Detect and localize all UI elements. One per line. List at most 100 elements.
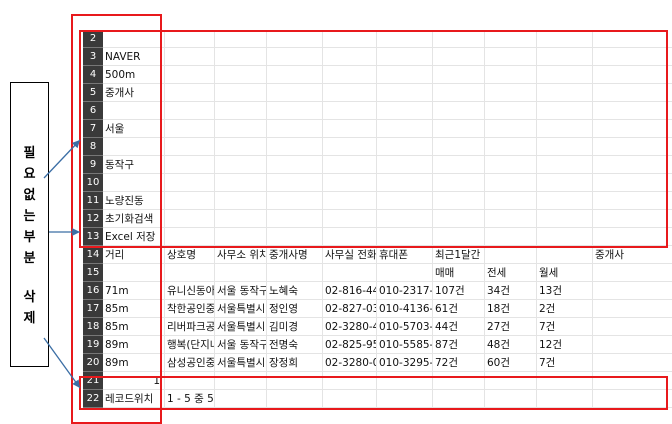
cell-f[interactable]: 010-2317- xyxy=(377,282,433,300)
cell-j[interactable] xyxy=(593,318,672,336)
cell-g[interactable]: 107건 xyxy=(433,282,485,300)
cell-f[interactable]: 010-5703- xyxy=(377,318,433,336)
cell-f[interactable] xyxy=(377,372,433,390)
cell-b[interactable] xyxy=(165,84,215,102)
cell-i[interactable]: 13건 xyxy=(537,282,593,300)
cell-c[interactable] xyxy=(215,156,267,174)
cell-a[interactable]: 서울 xyxy=(103,120,165,138)
cell-c[interactable]: 서울특별시 xyxy=(215,354,267,372)
row-number[interactable]: 18 xyxy=(83,318,103,336)
cell-j[interactable] xyxy=(593,102,672,120)
cell-b[interactable] xyxy=(165,120,215,138)
cell-i[interactable] xyxy=(537,84,593,102)
cell-g[interactable] xyxy=(433,84,485,102)
cell-e[interactable] xyxy=(323,372,377,390)
cell-i[interactable]: 7건 xyxy=(537,354,593,372)
cell-a[interactable]: 500m xyxy=(103,66,165,84)
cell-f[interactable]: 010-3295- xyxy=(377,354,433,372)
cell-h[interactable] xyxy=(485,228,537,246)
cell-j[interactable] xyxy=(593,192,672,210)
cell-f[interactable] xyxy=(377,192,433,210)
cell-c[interactable] xyxy=(215,84,267,102)
cell-d[interactable] xyxy=(267,372,323,390)
row-number[interactable]: 14 xyxy=(83,246,103,264)
cell-h[interactable] xyxy=(485,192,537,210)
cell-i[interactable] xyxy=(537,192,593,210)
cell-h[interactable]: 18건 xyxy=(485,300,537,318)
cell-b[interactable] xyxy=(165,156,215,174)
cell-g[interactable] xyxy=(433,174,485,192)
cell-c[interactable] xyxy=(215,228,267,246)
cell-c[interactable] xyxy=(215,192,267,210)
cell-d[interactable] xyxy=(267,102,323,120)
cell-d[interactable] xyxy=(267,228,323,246)
cell-j[interactable] xyxy=(593,228,672,246)
cell-h[interactable] xyxy=(485,66,537,84)
cell-j[interactable] xyxy=(593,174,672,192)
cell-j[interactable] xyxy=(593,138,672,156)
cell-i[interactable] xyxy=(537,372,593,390)
cell-h[interactable] xyxy=(485,30,537,48)
cell-f[interactable] xyxy=(377,264,433,282)
cell-c[interactable]: 서울특별시 xyxy=(215,318,267,336)
cell-c[interactable] xyxy=(215,120,267,138)
cell-h[interactable] xyxy=(485,246,537,264)
cell-b[interactable]: 상호명 xyxy=(165,246,215,264)
cell-g[interactable] xyxy=(433,102,485,120)
cell-d[interactable] xyxy=(267,264,323,282)
cell-h[interactable] xyxy=(485,48,537,66)
cell-h[interactable]: 48건 xyxy=(485,336,537,354)
cell-b[interactable] xyxy=(165,66,215,84)
cell-g[interactable]: 87건 xyxy=(433,336,485,354)
cell-f[interactable] xyxy=(377,210,433,228)
cell-b[interactable] xyxy=(165,48,215,66)
cell-a[interactable] xyxy=(103,30,165,48)
row-number[interactable]: 22 xyxy=(83,390,103,408)
cell-h[interactable] xyxy=(485,120,537,138)
cell-j[interactable] xyxy=(593,282,672,300)
cell-f[interactable] xyxy=(377,84,433,102)
cell-a[interactable]: 85m xyxy=(103,300,165,318)
cell-g[interactable] xyxy=(433,66,485,84)
row-number[interactable]: 2 xyxy=(83,30,103,48)
cell-a[interactable]: 89m xyxy=(103,336,165,354)
cell-c[interactable] xyxy=(215,390,267,408)
cell-j[interactable] xyxy=(593,84,672,102)
cell-f[interactable]: 010-4136- xyxy=(377,300,433,318)
cell-i[interactable]: 월세 xyxy=(537,264,593,282)
cell-f[interactable] xyxy=(377,156,433,174)
cell-g[interactable] xyxy=(433,138,485,156)
cell-b[interactable]: 행복(단지내) xyxy=(165,336,215,354)
cell-i[interactable] xyxy=(537,174,593,192)
cell-a[interactable]: 1 xyxy=(103,372,165,390)
cell-g[interactable]: 최근1달간 보유 매물 xyxy=(433,246,485,264)
cell-g[interactable] xyxy=(433,120,485,138)
row-number[interactable]: 5 xyxy=(83,84,103,102)
cell-a[interactable]: Excel 저장 xyxy=(103,228,165,246)
cell-h[interactable]: 34건 xyxy=(485,282,537,300)
row-number[interactable]: 17 xyxy=(83,300,103,318)
cell-b[interactable] xyxy=(165,372,215,390)
cell-c[interactable] xyxy=(215,210,267,228)
cell-f[interactable] xyxy=(377,228,433,246)
row-number[interactable]: 11 xyxy=(83,192,103,210)
cell-h[interactable]: 60건 xyxy=(485,354,537,372)
cell-d[interactable] xyxy=(267,120,323,138)
cell-e[interactable] xyxy=(323,120,377,138)
cell-a[interactable]: 레코드위치 xyxy=(103,390,165,408)
cell-e[interactable] xyxy=(323,174,377,192)
cell-a[interactable]: 거리 xyxy=(103,246,165,264)
cell-a[interactable]: 동작구 xyxy=(103,156,165,174)
cell-i[interactable] xyxy=(537,210,593,228)
cell-c[interactable]: 서울 동작구 xyxy=(215,282,267,300)
cell-h[interactable] xyxy=(485,84,537,102)
cell-c[interactable] xyxy=(215,264,267,282)
cell-d[interactable]: 노혜숙 xyxy=(267,282,323,300)
cell-j[interactable] xyxy=(593,300,672,318)
cell-a[interactable]: 노량진동 xyxy=(103,192,165,210)
cell-d[interactable] xyxy=(267,192,323,210)
cell-c[interactable] xyxy=(215,48,267,66)
cell-f[interactable] xyxy=(377,102,433,120)
cell-d[interactable] xyxy=(267,84,323,102)
cell-e[interactable]: 02-827-0300 xyxy=(323,300,377,318)
